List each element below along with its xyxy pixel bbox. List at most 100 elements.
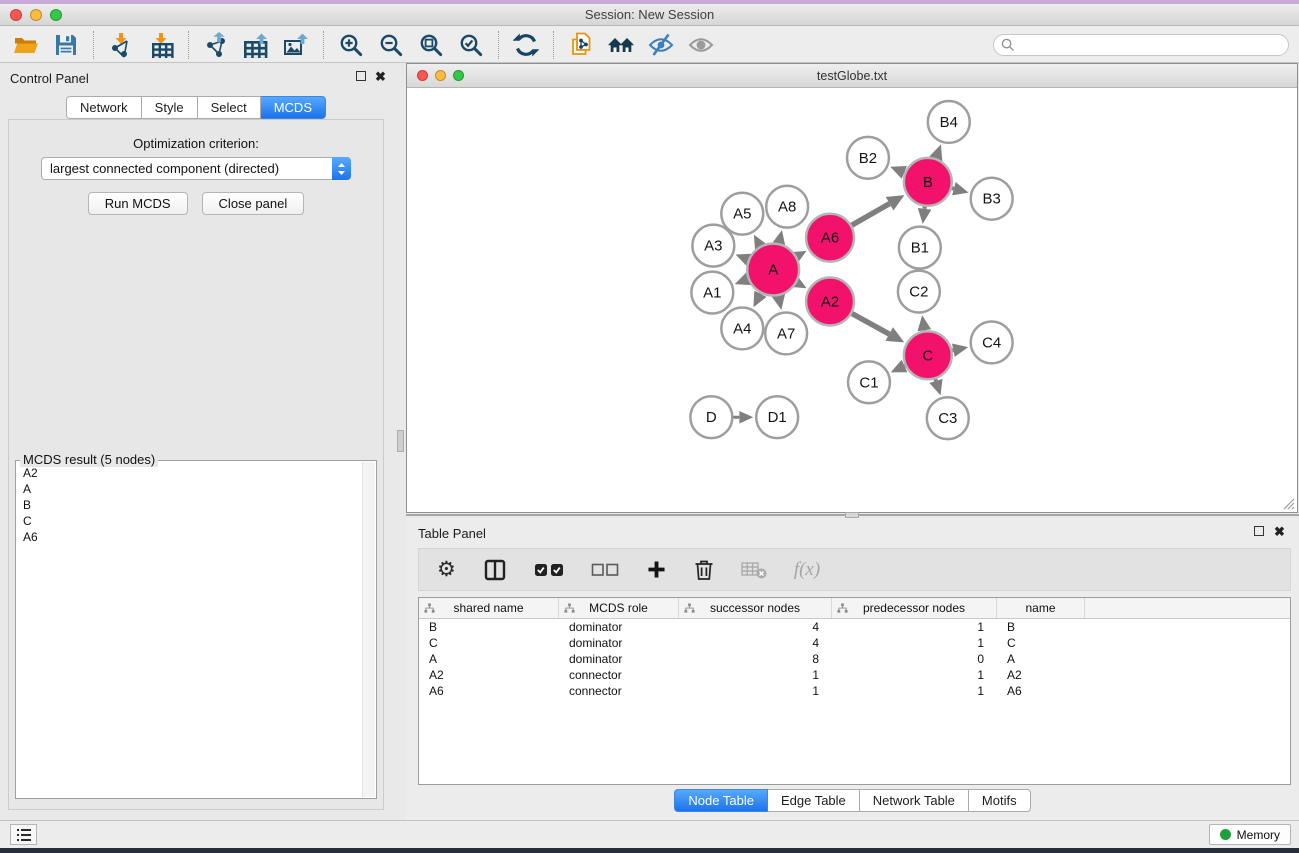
hide-columns-icon[interactable] xyxy=(591,561,619,579)
run-mcds-button[interactable]: Run MCDS xyxy=(88,192,188,215)
import-table-icon[interactable] xyxy=(145,30,177,60)
cell-predecessor-nodes[interactable]: 1 xyxy=(832,619,997,635)
cell-predecessor-nodes[interactable]: 1 xyxy=(832,635,997,651)
column-header-MCDS-role[interactable]: MCDS role xyxy=(559,598,679,618)
graph-node-D[interactable]: D xyxy=(690,396,732,438)
graph-node-A8[interactable]: A8 xyxy=(766,186,808,228)
graph-node-B2[interactable]: B2 xyxy=(847,137,889,179)
cell-shared-name[interactable]: C xyxy=(419,635,559,651)
cell-successor-nodes[interactable]: 4 xyxy=(679,635,832,651)
column-header-name[interactable]: name xyxy=(997,598,1085,618)
mcds-result-item[interactable]: B xyxy=(23,497,355,513)
column-header-predecessor-nodes[interactable]: predecessor nodes xyxy=(832,598,997,618)
tab-style[interactable]: Style xyxy=(142,96,198,119)
refresh-layout-icon[interactable] xyxy=(510,30,542,60)
cell-successor-nodes[interactable]: 1 xyxy=(679,667,832,683)
graph-node-A5[interactable]: A5 xyxy=(721,193,763,235)
graph-node-C[interactable]: C xyxy=(904,331,952,379)
graph-node-A7[interactable]: A7 xyxy=(765,312,807,354)
cell-name[interactable]: C xyxy=(997,635,1085,651)
cell-shared-name[interactable]: B xyxy=(419,619,559,635)
optimization-criterion-select[interactable]: largest connected component (directed) xyxy=(41,157,351,180)
table-row[interactable]: Cdominator41C xyxy=(419,635,1290,651)
zoom-selected-icon[interactable] xyxy=(455,30,487,60)
cell-name[interactable]: A6 xyxy=(997,683,1085,699)
cell-successor-nodes[interactable]: 4 xyxy=(679,619,832,635)
zoom-fit-icon[interactable] xyxy=(415,30,447,60)
graph-node-C2[interactable]: C2 xyxy=(898,271,940,313)
graph-node-C3[interactable]: C3 xyxy=(927,397,969,439)
table-float-panel-icon[interactable] xyxy=(1254,526,1264,539)
graph-node-D1[interactable]: D1 xyxy=(756,396,798,438)
graph-node-A4[interactable]: A4 xyxy=(721,307,763,349)
show-columns-icon[interactable] xyxy=(534,561,564,579)
tab-edge-table[interactable]: Edge Table xyxy=(768,789,860,812)
mcds-result-item[interactable]: A xyxy=(23,481,355,497)
cell-name[interactable]: A xyxy=(997,651,1085,667)
graph-node-A2[interactable]: A2 xyxy=(806,278,854,326)
hide-details-icon[interactable] xyxy=(645,30,677,60)
graph-node-C1[interactable]: C1 xyxy=(848,361,890,403)
resize-grip-icon[interactable] xyxy=(1283,498,1295,510)
graph-node-B1[interactable]: B1 xyxy=(899,227,941,269)
save-session-icon[interactable] xyxy=(50,30,82,60)
graph-node-C4[interactable]: C4 xyxy=(971,321,1013,363)
column-header-shared-name[interactable]: shared name xyxy=(419,598,559,618)
mcds-result-item[interactable]: A2 xyxy=(23,465,355,481)
graph-node-B[interactable]: B xyxy=(904,158,952,206)
cell-MCDS-role[interactable]: dominator xyxy=(559,651,679,667)
memory-button[interactable]: Memory xyxy=(1209,824,1291,845)
close-panel-icon[interactable]: ✖ xyxy=(375,70,386,83)
export-table-icon[interactable] xyxy=(240,30,272,60)
cell-shared-name[interactable]: A6 xyxy=(419,683,559,699)
cell-successor-nodes[interactable]: 8 xyxy=(679,651,832,667)
network-canvas[interactable]: B4B2BB3A5A8A6B1A3AC2A1A2A4A7C4CC1C3DD1 xyxy=(407,89,1297,512)
cell-MCDS-role[interactable]: dominator xyxy=(559,619,679,635)
open-file-icon[interactable] xyxy=(10,30,42,60)
graph-node-A1[interactable]: A1 xyxy=(691,272,733,314)
create-column-icon[interactable] xyxy=(646,559,667,580)
graph-edge-C-C3[interactable] xyxy=(935,379,936,381)
graph-node-A[interactable]: A xyxy=(747,244,799,296)
cell-MCDS-role[interactable]: connector xyxy=(559,667,679,683)
task-history-button[interactable] xyxy=(10,824,37,845)
mcds-result-item[interactable]: A6 xyxy=(23,529,355,545)
split-table-icon[interactable] xyxy=(483,558,507,582)
cell-MCDS-role[interactable]: dominator xyxy=(559,635,679,651)
column-header-successor-nodes[interactable]: successor nodes xyxy=(679,598,832,618)
graph-edge-B-B3[interactable] xyxy=(952,188,954,189)
table-close-panel-icon[interactable]: ✖ xyxy=(1274,525,1285,538)
zoom-in-icon[interactable] xyxy=(335,30,367,60)
import-network-icon[interactable] xyxy=(105,30,137,60)
tab-mcds[interactable]: MCDS xyxy=(261,96,326,119)
tab-motifs[interactable]: Motifs xyxy=(969,789,1031,812)
delete-column-icon[interactable] xyxy=(694,559,714,581)
tab-select[interactable]: Select xyxy=(198,96,261,119)
table-row[interactable]: A2connector11A2 xyxy=(419,667,1290,683)
float-panel-icon[interactable] xyxy=(356,71,366,84)
vertical-splitter-handle[interactable] xyxy=(397,430,404,452)
export-network-icon[interactable] xyxy=(200,30,232,60)
table-row[interactable]: Bdominator41B xyxy=(419,619,1290,635)
table-row[interactable]: Adominator80A xyxy=(419,651,1290,667)
cell-predecessor-nodes[interactable]: 1 xyxy=(832,683,997,699)
table-row[interactable]: A6connector11A6 xyxy=(419,683,1290,699)
graph-node-B3[interactable]: B3 xyxy=(971,178,1013,220)
network-window-titlebar[interactable]: testGlobe.txt xyxy=(407,64,1297,88)
search-input[interactable] xyxy=(993,34,1289,56)
first-neighbors-icon[interactable] xyxy=(605,30,637,60)
result-scrollbar[interactable] xyxy=(362,462,375,797)
tab-node-table[interactable]: Node Table xyxy=(674,789,768,812)
cell-name[interactable]: A2 xyxy=(997,667,1085,683)
close-panel-button[interactable]: Close panel xyxy=(202,192,305,215)
tab-network-table[interactable]: Network Table xyxy=(860,789,969,812)
zoom-out-icon[interactable] xyxy=(375,30,407,60)
cell-predecessor-nodes[interactable]: 0 xyxy=(832,651,997,667)
copy-network-icon[interactable] xyxy=(565,30,597,60)
graph-node-A6[interactable]: A6 xyxy=(806,214,854,262)
cell-predecessor-nodes[interactable]: 1 xyxy=(832,667,997,683)
cell-successor-nodes[interactable]: 1 xyxy=(679,683,832,699)
mcds-result-item[interactable]: C xyxy=(23,513,355,529)
cell-name[interactable]: B xyxy=(997,619,1085,635)
tab-network[interactable]: Network xyxy=(66,96,142,119)
